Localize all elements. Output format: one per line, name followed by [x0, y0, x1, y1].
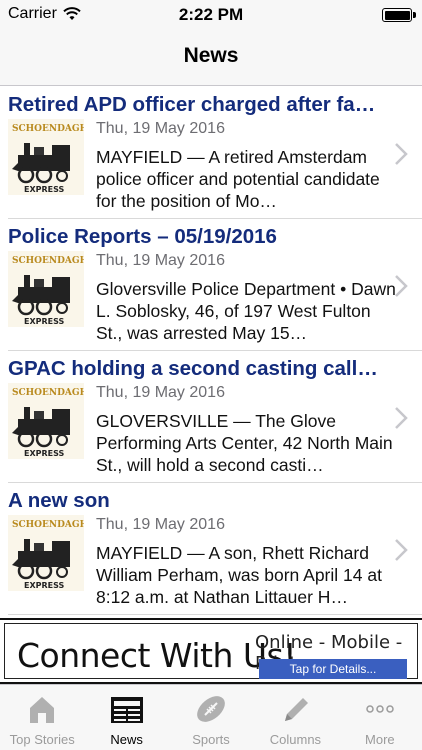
article-row[interactable]: A new son SCHOENDAGH EXPRESS Thu, 19 May… [8, 483, 422, 615]
article-list: Retired APD officer charged after fa… SC… [0, 87, 422, 615]
newspaper-icon [110, 697, 143, 723]
tab-columns[interactable]: Columns [253, 685, 337, 750]
football-icon [197, 696, 225, 722]
chevron-right-icon [395, 143, 408, 165]
article-thumbnail: SCHOENDAGH EXPRESS [8, 119, 84, 195]
tab-news[interactable]: News [84, 685, 168, 750]
article-date: Thu, 19 May 2016 [96, 120, 225, 137]
svg-text:SCHOENDAGH: SCHOENDAGH [12, 124, 84, 134]
battery-icon [382, 8, 416, 22]
tab-label: Sports [192, 732, 230, 747]
article-summary: GLOVERSVILLE — The Glove Performing Arts… [96, 411, 393, 475]
tab-label: More [365, 732, 395, 747]
svg-text:EXPRESS: EXPRESS [24, 581, 65, 590]
ad-banner-cta[interactable]: Tap for Details... [259, 659, 407, 679]
train-logo-icon: SCHOENDAGH EXPRESS [8, 515, 84, 591]
svg-text:SCHOENDAGH: SCHOENDAGH [12, 520, 84, 530]
navigation-bar: News [0, 30, 422, 86]
article-date: Thu, 19 May 2016 [96, 516, 225, 533]
pencil-icon [285, 698, 309, 721]
svg-text:EXPRESS: EXPRESS [24, 185, 65, 194]
more-dots-icon [366, 705, 394, 713]
article-title: A new son [8, 489, 110, 512]
article-thumbnail: SCHOENDAGH EXPRESS [8, 383, 84, 459]
tab-bar: Top Stories News Sports Columns More [0, 684, 422, 750]
article-title: GPAC holding a second casting call… [8, 357, 378, 380]
article-row[interactable]: GPAC holding a second casting call… SCHO… [8, 351, 422, 483]
train-logo-icon: SCHOENDAGH EXPRESS [8, 251, 84, 327]
article-summary: MAYFIELD — A retired Amsterdam police of… [96, 147, 380, 211]
svg-text:EXPRESS: EXPRESS [24, 449, 65, 458]
tab-more[interactable]: More [338, 685, 422, 750]
status-bar: Carrier 2:22 PM [0, 0, 422, 30]
article-thumbnail: SCHOENDAGH EXPRESS [8, 515, 84, 591]
tab-top-stories[interactable]: Top Stories [0, 685, 84, 750]
article-thumbnail: SCHOENDAGH EXPRESS [8, 251, 84, 327]
article-date: Thu, 19 May 2016 [96, 384, 225, 401]
article-title: Retired APD officer charged after fa… [8, 93, 376, 116]
ad-banner-frame: Connect With Us! Online - Mobile - Print… [4, 623, 418, 679]
article-title: Police Reports – 05/19/2016 [8, 225, 277, 248]
article-row[interactable]: Police Reports – 05/19/2016 SCHOENDAGH E… [8, 219, 422, 351]
tab-label: Top Stories [9, 732, 75, 747]
status-time: 2:22 PM [178, 5, 244, 24]
tab-label: Columns [269, 732, 322, 747]
chevron-right-icon [395, 407, 408, 429]
svg-text:SCHOENDAGH: SCHOENDAGH [12, 256, 84, 266]
page-title: News [183, 44, 239, 67]
train-logo-icon: SCHOENDAGH EXPRESS [8, 119, 84, 195]
article-date: Thu, 19 May 2016 [96, 252, 225, 269]
house-icon [30, 697, 55, 723]
svg-text:SCHOENDAGH: SCHOENDAGH [12, 388, 84, 398]
ad-banner[interactable]: Connect With Us! Online - Mobile - Print… [0, 618, 422, 684]
svg-text:EXPRESS: EXPRESS [24, 317, 65, 326]
article-summary: MAYFIELD — A son, Rhett Richard William … [96, 543, 382, 607]
chevron-right-icon [395, 275, 408, 297]
article-row[interactable]: Retired APD officer charged after fa… SC… [8, 87, 422, 219]
train-logo-icon: SCHOENDAGH EXPRESS [8, 383, 84, 459]
tab-sports[interactable]: Sports [169, 685, 253, 750]
tab-label: News [110, 732, 143, 747]
article-summary: Gloversville Police Department • Dawn L.… [96, 279, 396, 343]
chevron-right-icon [395, 539, 408, 561]
